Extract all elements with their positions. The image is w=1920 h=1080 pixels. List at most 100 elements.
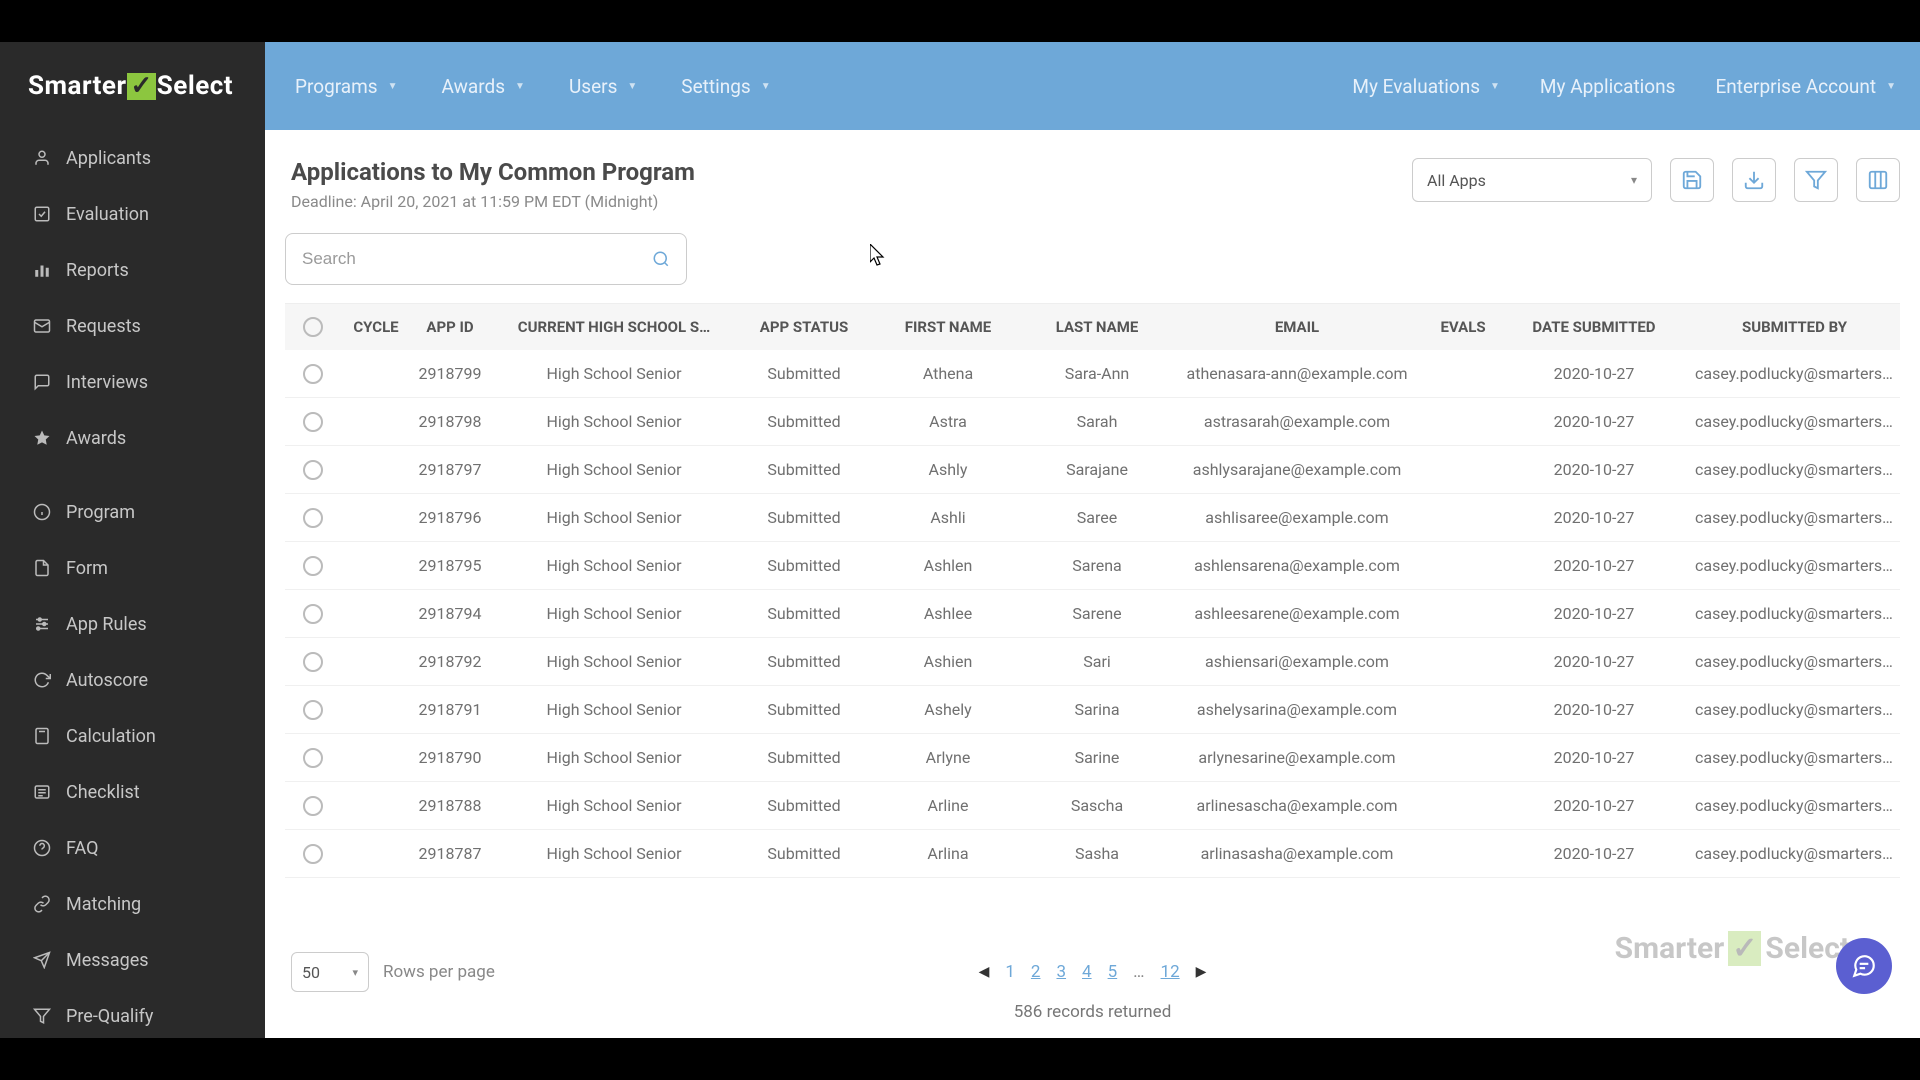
col-last[interactable]: LAST NAME [1027,318,1167,336]
chevron-down-icon: ▾ [352,966,358,979]
select-all-checkbox[interactable] [303,317,323,337]
col-subby[interactable]: SUBMITTED BY [1689,318,1900,336]
row-checkbox[interactable] [303,508,323,528]
cell-status: Submitted [739,508,869,527]
row-checkbox[interactable] [303,364,323,384]
sidebar-item-reports[interactable]: Reports [0,242,265,298]
col-date[interactable]: DATE SUBMITTED [1499,318,1689,336]
save-icon[interactable] [1670,158,1714,202]
cell-submitted-by: casey.podlucky@smarterselect.c [1689,412,1900,431]
sidebar-item-matching[interactable]: Matching [0,876,265,932]
col-first[interactable]: FIRST NAME [869,318,1027,336]
table-row[interactable]: 2918798High School SeniorSubmittedAstraS… [285,398,1900,446]
nav-label: My Evaluations [1352,75,1480,98]
table-row[interactable]: 2918797High School SeniorSubmittedAshlyS… [285,446,1900,494]
row-checkbox[interactable] [303,796,323,816]
table-row[interactable]: 2918799High School SeniorSubmittedAthena… [285,350,1900,398]
cell-status: Submitted [739,844,869,863]
sidebar-item-faq[interactable]: FAQ [0,820,265,876]
sidebar-item-form[interactable]: Form [0,540,265,596]
nav-my-evaluations[interactable]: My Evaluations ▼ [1352,75,1500,98]
sidebar-item-awards[interactable]: Awards [0,410,265,466]
sidebar-item-applicants[interactable]: Applicants [0,130,265,186]
sidebar-item-evaluation[interactable]: Evaluation [0,186,265,242]
cell-status: Submitted [739,556,869,575]
table-row[interactable]: 2918791High School SeniorSubmittedAshely… [285,686,1900,734]
row-checkbox[interactable] [303,652,323,672]
records-count: 586 records returned [285,1002,1900,1022]
sidebar-item-messages[interactable]: Messages [0,932,265,988]
cell-submitted-by: casey.podlucky@smarterselect.c [1689,700,1900,719]
cell-school: High School Senior [489,700,739,719]
sidebar-item-checklist[interactable]: Checklist [0,764,265,820]
row-checkbox[interactable] [303,604,323,624]
cell-app-id: 2918792 [411,652,489,671]
col-app-id[interactable]: APP ID [411,318,489,336]
page-1[interactable]: 1 [1005,962,1015,982]
cell-school: High School Senior [489,844,739,863]
cell-school: High School Senior [489,796,739,815]
filter-apps-select[interactable]: All Apps ▾ [1412,158,1652,202]
table-row[interactable]: 2918795High School SeniorSubmittedAshlen… [285,542,1900,590]
col-cycle[interactable]: CYCLE [341,318,411,336]
chat-button[interactable] [1836,938,1892,994]
sidebar-item-app-rules[interactable]: App Rules [0,596,265,652]
sidebar-item-label: Awards [66,428,126,449]
page-5[interactable]: 5 [1108,962,1118,982]
nav-programs[interactable]: Programs▼ [295,75,398,98]
table-row[interactable]: 2918792High School SeniorSubmittedAshien… [285,638,1900,686]
sidebar-item-program[interactable]: Program [0,484,265,540]
check-icon [32,204,52,224]
col-school[interactable]: CURRENT HIGH SCHOOL S… [489,318,739,336]
cell-first-name: Ashlen [869,556,1027,575]
rows-per-page-select[interactable]: 50 ▾ [291,952,369,992]
sidebar-item-calculation[interactable]: Calculation [0,708,265,764]
row-checkbox[interactable] [303,556,323,576]
cell-last-name: Sascha [1027,796,1167,815]
search-input[interactable] [302,249,652,269]
page-12[interactable]: 12 [1161,962,1180,982]
table-row[interactable]: 2918794High School SeniorSubmittedAshlee… [285,590,1900,638]
sidebar-item-autoscore[interactable]: Autoscore [0,652,265,708]
sidebar-item-requests[interactable]: Requests [0,298,265,354]
cell-email: athenasara-ann@example.com [1167,364,1427,383]
sidebar-item-label: Calculation [66,726,156,747]
row-checkbox[interactable] [303,844,323,864]
cell-app-id: 2918795 [411,556,489,575]
row-checkbox[interactable] [303,460,323,480]
table-row[interactable]: 2918796High School SeniorSubmittedAshliS… [285,494,1900,542]
page-4[interactable]: 4 [1082,962,1092,982]
row-checkbox[interactable] [303,748,323,768]
page-prev[interactable]: ◀ [979,964,990,980]
brand-logo: Smarter✓Select [0,42,265,130]
page-2[interactable]: 2 [1031,962,1041,982]
col-status[interactable]: APP STATUS [739,318,869,336]
col-email[interactable]: EMAIL [1167,318,1427,336]
refresh-icon [32,670,52,690]
search-icon[interactable] [652,250,670,268]
chevron-down-icon: ▼ [388,81,398,92]
download-icon[interactable] [1732,158,1776,202]
sidebar-item-pre-qualify[interactable]: Pre-Qualify [0,988,265,1038]
cell-first-name: Arline [869,796,1027,815]
page-next[interactable]: ▶ [1196,964,1207,980]
table-row[interactable]: 2918788High School SeniorSubmittedArline… [285,782,1900,830]
nav-users[interactable]: Users▼ [569,75,637,98]
deadline-text: Deadline: April 20, 2021 at 11:59 PM EDT… [291,192,695,211]
table-row[interactable]: 2918787High School SeniorSubmittedArlina… [285,830,1900,878]
nav-my-applications[interactable]: My Applications [1540,75,1676,98]
nav-enterprise-account[interactable]: Enterprise Account▼ [1715,75,1896,98]
row-checkbox[interactable] [303,700,323,720]
row-checkbox[interactable] [303,412,323,432]
col-evals[interactable]: EVALS [1427,318,1499,336]
columns-icon[interactable] [1856,158,1900,202]
page-3[interactable]: 3 [1056,962,1066,982]
cell-app-id: 2918787 [411,844,489,863]
chevron-down-icon: ▼ [1490,81,1500,92]
cell-school: High School Senior [489,652,739,671]
nav-settings[interactable]: Settings▼ [681,75,770,98]
filter-icon[interactable] [1794,158,1838,202]
table-row[interactable]: 2918790High School SeniorSubmittedArlyne… [285,734,1900,782]
nav-awards[interactable]: Awards▼ [442,75,525,98]
sidebar-item-interviews[interactable]: Interviews [0,354,265,410]
